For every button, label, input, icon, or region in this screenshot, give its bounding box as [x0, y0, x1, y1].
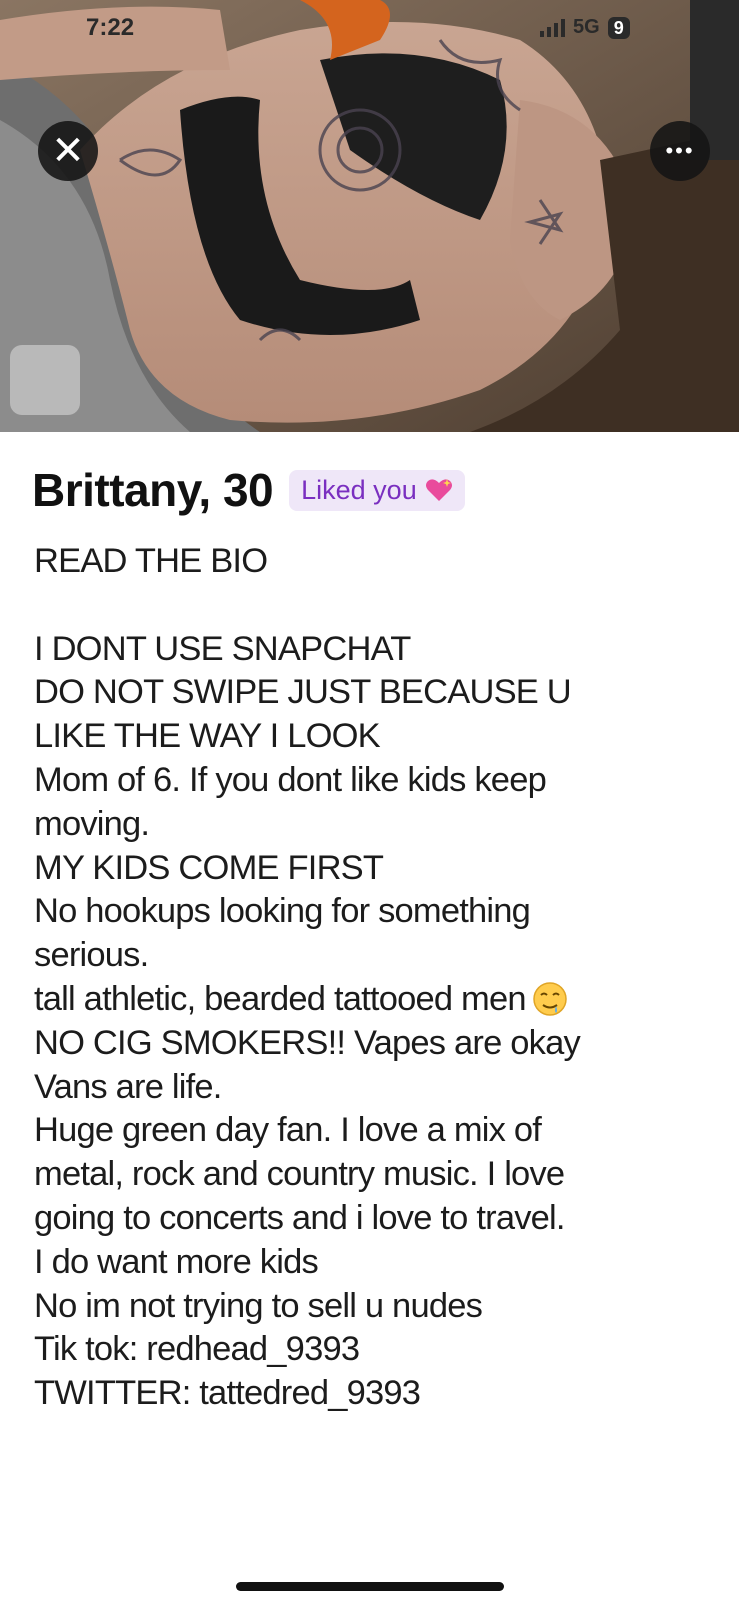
bio-line: Huge green day fan. I love a mix of	[34, 1111, 542, 1150]
close-button[interactable]: ✕	[38, 121, 98, 181]
bio-line-text: tall athletic, bearded tattooed men	[34, 979, 527, 1018]
bio-line: MY KIDS COME FIRST	[34, 848, 384, 887]
bio-line: LIKE THE WAY I LOOK	[34, 717, 381, 756]
bio-line: Vans are life.	[34, 1067, 222, 1106]
sparkling-heart-icon	[425, 479, 452, 501]
profile-photo[interactable]: 7:22 5G 9 ✕ •••	[0, 0, 739, 432]
network-label: 5G	[573, 16, 600, 38]
signal-icon	[540, 18, 565, 37]
bio-line: moving.	[34, 804, 150, 843]
bio-line: I do want more kids	[34, 1242, 319, 1281]
profile-bio: READ THE BIO I DONT USE SNAPCHAT DO NOT …	[34, 540, 724, 1416]
profile-header: Brittany, 30 Liked you	[32, 463, 465, 517]
liked-you-badge: Liked you	[289, 469, 465, 511]
home-indicator[interactable]	[236, 1582, 504, 1591]
drooling-face-icon	[533, 982, 567, 1016]
bio-line: NO CIG SMOKERS!! Vapes are okay	[34, 1023, 581, 1062]
bio-line: TWITTER: tattedred_9393	[34, 1374, 421, 1413]
status-time: 7:22	[86, 14, 135, 41]
liked-badge-label: Liked you	[301, 474, 417, 505]
bio-line: Mom of 6. If you dont like kids keep	[34, 760, 547, 799]
bio-line: No hookups looking for something	[34, 892, 531, 931]
bio-line: No im not trying to sell u nudes	[34, 1286, 483, 1325]
bio-line: going to concerts and i love to travel.	[34, 1198, 566, 1237]
profile-photo-art	[0, 0, 739, 432]
close-icon: ✕	[51, 129, 85, 173]
bio-line: metal, rock and country music. I love	[34, 1155, 565, 1194]
bio-line	[34, 584, 724, 628]
profile-name-age: Brittany, 30	[32, 464, 274, 516]
bio-line: serious.	[34, 936, 149, 975]
more-options-button[interactable]: •••	[650, 121, 710, 181]
bio-line-with-emoji: tall athletic, bearded tattooed men	[34, 978, 724, 1022]
status-indicators: 5G 9	[540, 16, 630, 39]
battery-badge: 9	[607, 16, 630, 39]
more-icon: •••	[665, 138, 695, 163]
bio-line: I DONT USE SNAPCHAT	[34, 629, 411, 668]
bio-line: DO NOT SWIPE JUST BECAUSE U	[34, 673, 572, 712]
bio-line: Tik tok: redhead_9393	[34, 1330, 360, 1369]
bio-line: READ THE BIO	[34, 542, 268, 580]
